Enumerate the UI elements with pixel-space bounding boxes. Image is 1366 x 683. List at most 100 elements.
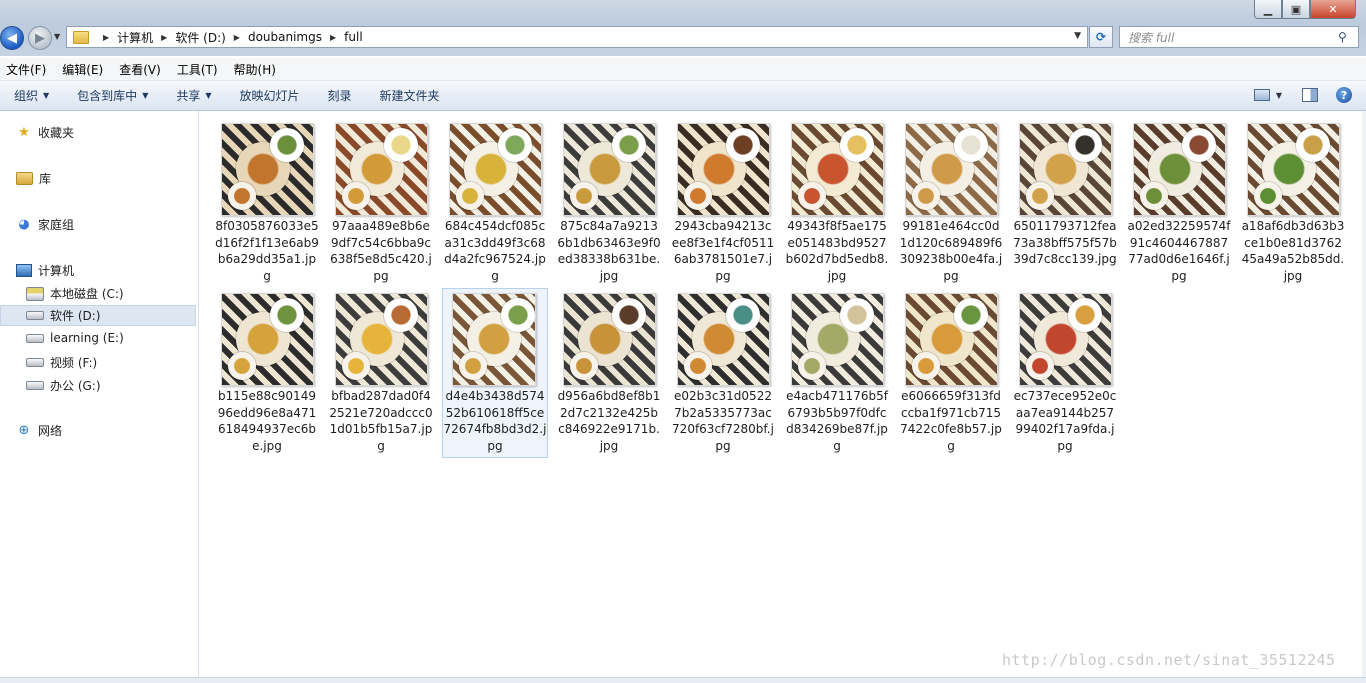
file-item[interactable]: 49343f8f5ae175e051483bd9527b602d7bd5edb8… xyxy=(784,122,890,292)
breadcrumb-full[interactable]: full xyxy=(344,30,363,44)
file-name: 99181e464cc0d1d120c689489f6309238b00e4fa… xyxy=(899,219,1003,283)
nav-favorites[interactable]: ★ 收藏夹 xyxy=(16,124,74,141)
address-bar[interactable]: ▶ 计算机 ▶ 软件 (D:) ▶ doubanimgs ▶ full ▼ xyxy=(66,26,1088,48)
nav-drive-c[interactable]: 本地磁盘 (C:) xyxy=(26,285,124,302)
close-button[interactable]: ✕ xyxy=(1310,0,1356,19)
image-thumbnail xyxy=(905,293,998,386)
menu-tools[interactable]: 工具(T) xyxy=(177,61,218,78)
refresh-button[interactable]: ⟳ xyxy=(1089,26,1113,48)
food-plate-graphic xyxy=(1068,298,1102,332)
menu-view[interactable]: 查看(V) xyxy=(119,61,161,78)
drive-icon xyxy=(26,311,44,320)
search-input[interactable]: 搜索 full xyxy=(1128,29,1338,46)
file-item[interactable]: 97aaa489e8b6e9df7c54c6bba9c638f5e8d5c420… xyxy=(328,122,434,292)
nav-drive-d[interactable]: 软件 (D:) xyxy=(0,305,196,326)
view-icon xyxy=(1254,89,1270,101)
scrollbar[interactable] xyxy=(1362,111,1366,677)
food-plate-graphic xyxy=(684,352,712,380)
file-item[interactable]: e6066659f313fdccba1f971cb7157422c0fe8b57… xyxy=(898,292,1004,462)
drive-icon xyxy=(26,381,44,390)
nav-drive-e[interactable]: learning (E:) xyxy=(26,331,124,345)
breadcrumb-doubanimgs[interactable]: doubanimgs xyxy=(248,30,322,44)
organize-button[interactable]: 组织 ▼ xyxy=(14,87,49,104)
file-name: e6066659f313fdccba1f971cb7157422c0fe8b57… xyxy=(900,389,1002,453)
food-plate-graphic xyxy=(270,298,304,332)
file-item[interactable]: 2943cba94213cee8f3e1f4cf05116ab3781501e7… xyxy=(670,122,776,292)
image-thumbnail xyxy=(791,123,884,216)
preview-pane-button[interactable] xyxy=(1300,85,1320,105)
nav-libraries-label: 库 xyxy=(39,172,52,186)
food-plate-graphic xyxy=(459,352,487,380)
breadcrumb-drive-d[interactable]: 软件 (D:) xyxy=(175,29,225,46)
forward-button[interactable]: ▶ xyxy=(28,26,52,50)
menu-edit[interactable]: 编辑(E) xyxy=(62,61,103,78)
file-name: e4acb471176b5f6793b5b97f0dfcd834269be87f… xyxy=(786,389,888,453)
nav-drive-f[interactable]: 视频 (F:) xyxy=(26,354,97,371)
help-button[interactable]: ? xyxy=(1334,85,1354,105)
burn-button[interactable]: 刻录 xyxy=(328,87,352,104)
command-bar-right: ▼ ? xyxy=(1244,85,1354,105)
search-box[interactable]: 搜索 full ⚲ xyxy=(1119,26,1359,48)
file-name: 8f0305876033e5d16f2f1f13e6ab9b6a29dd35a1… xyxy=(215,219,319,283)
share-button[interactable]: 共享 ▼ xyxy=(176,87,211,104)
chevron-down-icon: ▼ xyxy=(43,91,50,100)
food-plate-graphic xyxy=(726,298,760,332)
chevron-right-icon[interactable]: ▶ xyxy=(161,33,167,42)
slideshow-button[interactable]: 放映幻灯片 xyxy=(240,87,300,104)
file-item[interactable]: 684c454dcf085ca31c3dd49f3c68d4a2fc967524… xyxy=(442,122,548,292)
food-plate-graphic xyxy=(384,128,418,162)
file-name: b115e88c9014996edd96e8a471618494937ec6be… xyxy=(217,389,317,453)
file-item[interactable]: a18af6db3d63b3ce1b0e81d376245a49a52b85dd… xyxy=(1240,122,1346,292)
file-item[interactable]: a02ed32259574f91c460446788777ad0d6e1646f… xyxy=(1126,122,1232,292)
forward-arrow-icon: ▶ xyxy=(35,30,45,46)
food-plate-graphic xyxy=(954,298,988,332)
file-name: ec737ece952e0caa7ea9144b25799402f17a9fda… xyxy=(1013,389,1117,453)
maximize-button[interactable]: ▣ xyxy=(1282,0,1310,19)
image-thumbnail xyxy=(1019,293,1112,386)
file-item[interactable]: e4acb471176b5f6793b5b97f0dfcd834269be87f… xyxy=(784,292,890,462)
menu-file[interactable]: 文件(F) xyxy=(6,61,46,78)
menu-help[interactable]: 帮助(H) xyxy=(234,61,276,78)
chevron-right-icon[interactable]: ▶ xyxy=(234,33,240,42)
file-item[interactable]: 99181e464cc0d1d120c689489f6309238b00e4fa… xyxy=(898,122,1004,292)
search-icon[interactable]: ⚲ xyxy=(1338,30,1354,44)
food-plate-graphic xyxy=(1068,128,1102,162)
file-item[interactable]: b115e88c9014996edd96e8a471618494937ec6be… xyxy=(214,292,320,462)
file-item[interactable]: e02b3c31d05227b2a5335773ac720f63cf7280bf… xyxy=(670,292,776,462)
change-view-button[interactable] xyxy=(1252,85,1272,105)
file-item[interactable]: 8f0305876033e5d16f2f1f13e6ab9b6a29dd35a1… xyxy=(214,122,320,292)
nav-computer[interactable]: 计算机 xyxy=(16,262,74,279)
nav-drive-g[interactable]: 办公 (G:) xyxy=(26,377,101,394)
minimize-button[interactable]: ▁ xyxy=(1254,0,1282,19)
chevron-down-icon: ▼ xyxy=(142,91,149,100)
file-item[interactable]: ec737ece952e0caa7ea9144b25799402f17a9fda… xyxy=(1012,292,1118,462)
image-thumbnail xyxy=(905,123,998,216)
file-item[interactable]: 65011793712fea73a38bff575f57b39d7c8cc139… xyxy=(1012,122,1118,292)
file-item[interactable]: bfbad287dad0f42521e720adccc01d01b5fb15a7… xyxy=(328,292,434,462)
file-name: 684c454dcf085ca31c3dd49f3c68d4a2fc967524… xyxy=(444,219,546,283)
address-dropdown-icon[interactable]: ▼ xyxy=(1074,31,1081,41)
food-plate-graphic xyxy=(570,352,598,380)
organize-label: 组织 xyxy=(14,89,39,103)
view-options-dropdown-icon[interactable]: ▼ xyxy=(1274,85,1284,105)
computer-icon xyxy=(16,264,32,277)
food-plate-graphic xyxy=(1182,128,1216,162)
file-item[interactable]: d4e4b3438d57452b610618ff5ce72674fb8bd3d2… xyxy=(442,288,548,458)
nav-network[interactable]: ⊕ 网络 xyxy=(16,422,62,439)
back-button[interactable]: ◀ xyxy=(0,26,24,50)
food-plate-graphic xyxy=(1026,182,1054,210)
file-item[interactable]: d956a6bd8ef8b12d7c2132e425bc846922e9171b… xyxy=(556,292,662,462)
include-in-library-button[interactable]: 包含到库中 ▼ xyxy=(77,87,148,104)
chevron-right-icon[interactable]: ▶ xyxy=(330,33,336,42)
status-bar xyxy=(0,677,1366,683)
chevron-right-icon[interactable]: ▶ xyxy=(103,33,109,42)
nav-homegroup[interactable]: ◕ 家庭组 xyxy=(16,216,74,233)
recent-pages-dropdown-icon[interactable]: ▼ xyxy=(54,32,60,41)
nav-libraries[interactable]: 库 xyxy=(16,170,51,187)
breadcrumb-computer[interactable]: 计算机 xyxy=(117,29,153,46)
file-item[interactable]: 875c84a7a92136b1db63463e9f0ed38338b631be… xyxy=(556,122,662,292)
food-plate-graphic xyxy=(612,128,646,162)
new-folder-button[interactable]: 新建文件夹 xyxy=(380,87,440,104)
image-thumbnail xyxy=(563,293,656,386)
image-thumbnail xyxy=(677,293,770,386)
